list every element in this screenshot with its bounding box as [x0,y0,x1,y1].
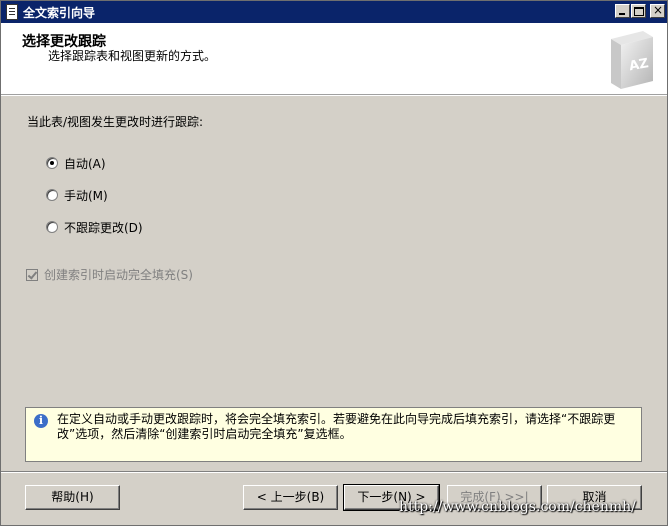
watermark-url: http://www.cnblogs.com/chenmh/ [399,499,636,515]
full-population-checkbox [26,268,38,281]
footer-divider [1,471,667,473]
info-text: 在定义自动或手动更改跟踪时，将会完全填充索引。若要避免在此向导完成后填充索引，请… [57,412,616,441]
option-do-not-track[interactable]: 不跟踪更改(D) [46,219,143,235]
wizard-window: 全文索引向导 × 选择更改跟踪 选择跟踪表和视图更新的方式。 AZ 当此表/视图… [0,0,668,526]
option-automatic-label[interactable]: 自动(A) [64,155,106,172]
option-automatic[interactable]: 自动(A) [46,155,106,171]
tracking-prompt: 当此表/视图发生更改时进行跟踪: [27,115,204,129]
option-manual-label[interactable]: 手动(M) [64,187,108,204]
info-box: i 在定义自动或手动更改跟踪时，将会完全填充索引。若要避免在此向导完成后填充索引… [25,407,642,462]
app-icon [6,4,18,20]
minimize-button[interactable] [615,4,630,18]
title-bar[interactable]: 全文索引向导 × [1,1,667,23]
full-population-option: 创建索引时启动完全填充(S) [26,266,193,283]
option-do-not-track-label[interactable]: 不跟踪更改(D) [64,219,143,236]
back-button[interactable]: < 上一步(B) [243,485,338,510]
wizard-header: 选择更改跟踪 选择跟踪表和视图更新的方式。 AZ [1,23,667,95]
radio-manual[interactable] [46,189,58,201]
book-az-icon: AZ [611,31,653,89]
radio-automatic[interactable] [46,157,58,169]
close-icon: × [653,3,664,17]
full-population-label: 创建索引时启动完全填充(S) [44,268,193,282]
option-manual[interactable]: 手动(M) [46,187,108,203]
header-divider [1,95,667,96]
info-icon: i [34,414,48,428]
window-title: 全文索引向导 [23,6,96,20]
maximize-button[interactable] [631,4,646,18]
radio-do-not-track[interactable] [46,221,58,233]
close-button[interactable]: × [650,3,665,18]
help-button[interactable]: 帮助(H) [25,485,120,510]
page-subtitle: 选择跟踪表和视图更新的方式。 [48,49,217,63]
